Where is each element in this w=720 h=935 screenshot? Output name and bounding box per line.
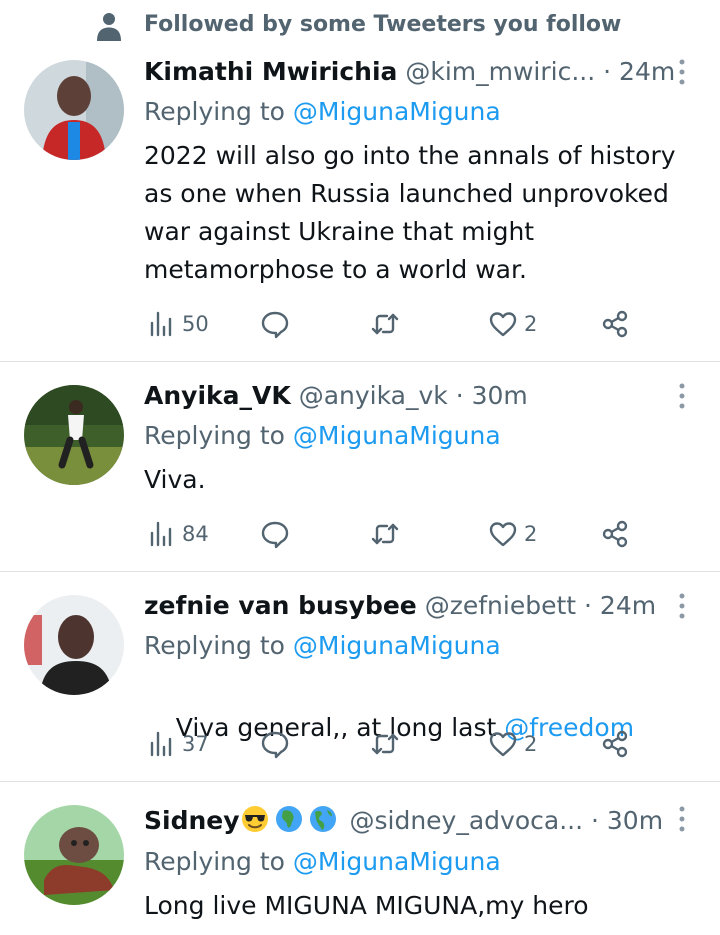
tweet-text: Long live MIGUNA MIGUNA,my hero — [144, 887, 694, 925]
replying-to-label: Replying to — [144, 631, 293, 660]
handle[interactable]: @kim_mwiric... — [405, 57, 595, 86]
globe-africa-emoji — [275, 806, 302, 832]
views-icon — [150, 521, 172, 547]
timestamp[interactable]: 30m — [472, 381, 528, 410]
tweet[interactable]: zefnie van busybee @zefniebett · 24m Rep… — [0, 572, 720, 782]
globe-americas-emoji — [309, 806, 336, 832]
reply-button[interactable] — [260, 724, 290, 764]
tweet-header: Sidney @sidney_advoca... · 30m — [144, 804, 663, 838]
tweet[interactable]: Anyika_VK @anyika_vk · 30m Replying to @… — [0, 362, 720, 572]
views-count: 50 — [182, 312, 209, 336]
retweet-button[interactable] — [370, 304, 400, 344]
tweet-text-line: metamorphose to a world war. — [144, 255, 527, 284]
views-icon — [150, 731, 172, 757]
reply-icon — [261, 731, 289, 759]
tweet-text: 2022 will also go into the annals of his… — [144, 137, 694, 289]
avatar[interactable] — [24, 60, 124, 160]
avatar[interactable] — [24, 385, 124, 485]
replying-to-mention[interactable]: @MigunaMiguna — [293, 847, 501, 876]
tweet-text-line: war against Ukraine that might — [144, 217, 535, 246]
replying-to-mention[interactable]: @MigunaMiguna — [293, 97, 501, 126]
display-name[interactable]: zefnie van busybee — [144, 591, 417, 620]
replying-to: Replying to @MigunaMiguna — [144, 629, 501, 663]
replying-to: Replying to @MigunaMiguna — [144, 419, 501, 453]
reply-icon — [261, 311, 289, 339]
like-button[interactable]: 2 — [488, 514, 537, 554]
timestamp[interactable]: 24m — [619, 57, 675, 86]
tweet-text-line: Viva. — [144, 465, 206, 494]
smiling-face-with-sunglasses-emoji — [241, 806, 268, 832]
tweet-header: Anyika_VK @anyika_vk · 30m — [144, 379, 528, 413]
like-button[interactable]: 2 — [488, 724, 537, 764]
more-options-icon[interactable] — [672, 57, 692, 87]
views-button[interactable]: 50 — [146, 304, 209, 344]
handle[interactable]: @anyika_vk — [299, 381, 448, 410]
replying-to-mention[interactable]: @MigunaMiguna — [293, 421, 501, 450]
heart-icon — [489, 522, 517, 547]
reply-button[interactable] — [260, 304, 290, 344]
action-bar: 50 2 — [144, 304, 664, 344]
replying-to-label: Replying to — [144, 421, 293, 450]
retweet-button[interactable] — [370, 514, 400, 554]
likes-count: 2 — [524, 522, 538, 546]
reply-icon — [261, 521, 289, 549]
share-button[interactable] — [600, 724, 630, 764]
retweet-button[interactable] — [370, 724, 400, 764]
action-bar: 37 2 — [144, 724, 664, 764]
replying-to-mention[interactable]: @MigunaMiguna — [293, 631, 501, 660]
views-button[interactable]: 37 — [146, 724, 209, 764]
views-icon — [150, 311, 172, 337]
share-icon — [602, 310, 628, 338]
likes-count: 2 — [524, 312, 538, 336]
separator-dot: · — [590, 806, 599, 835]
replying-to: Replying to @MigunaMiguna — [144, 95, 501, 129]
replying-to-label: Replying to — [144, 97, 293, 126]
retweet-icon — [371, 523, 399, 545]
heart-icon — [489, 312, 517, 337]
separator-dot: · — [603, 57, 612, 86]
avatar[interactable] — [24, 805, 124, 905]
replying-to-label: Replying to — [144, 847, 293, 876]
replying-to: Replying to @MigunaMiguna — [144, 845, 501, 879]
display-name[interactable]: Sidney — [144, 806, 240, 835]
heart-icon — [489, 732, 517, 757]
tweet-header: zefnie van busybee @zefniebett · 24m — [144, 589, 656, 623]
share-button[interactable] — [600, 304, 630, 344]
tweet[interactable]: Sidney @sidney_advoca... · 30m Replying … — [0, 782, 720, 935]
display-name[interactable]: Kimathi Mwirichia — [144, 57, 397, 86]
like-button[interactable]: 2 — [488, 304, 537, 344]
retweet-icon — [371, 733, 399, 755]
handle[interactable]: @zefniebett — [425, 591, 576, 620]
action-bar: 84 2 — [144, 514, 664, 554]
display-name[interactable]: Anyika_VK — [144, 381, 291, 410]
views-count: 84 — [182, 522, 209, 546]
tweet-header: Kimathi Mwirichia @kim_mwiric... · 24m — [144, 55, 675, 89]
timestamp[interactable]: 24m — [600, 591, 656, 620]
tweet-text-line: Long live MIGUNA MIGUNA,my hero — [144, 891, 589, 920]
retweet-icon — [371, 313, 399, 335]
more-options-icon[interactable] — [672, 381, 692, 411]
share-icon — [602, 520, 628, 548]
separator-dot: · — [455, 381, 464, 410]
avatar[interactable] — [24, 595, 124, 695]
tweet-text-line: 2022 will also go into the annals of his… — [144, 141, 676, 170]
tweet-text: Viva. — [144, 461, 694, 499]
separator-dot: · — [584, 591, 592, 620]
timestamp[interactable]: 30m — [607, 806, 663, 835]
likes-count: 2 — [524, 732, 538, 756]
more-options-icon[interactable] — [672, 804, 692, 834]
reply-button[interactable] — [260, 514, 290, 554]
handle[interactable]: @sidney_advoca... — [349, 806, 583, 835]
share-button[interactable] — [600, 514, 630, 554]
tweet-text-line: as one when Russia launched unprovoked — [144, 179, 669, 208]
more-options-icon[interactable] — [672, 591, 692, 621]
share-icon — [602, 730, 628, 758]
views-button[interactable]: 84 — [146, 514, 209, 554]
views-count: 37 — [182, 732, 209, 756]
tweet[interactable]: Kimathi Mwirichia @kim_mwiric... · 24m R… — [0, 0, 720, 362]
